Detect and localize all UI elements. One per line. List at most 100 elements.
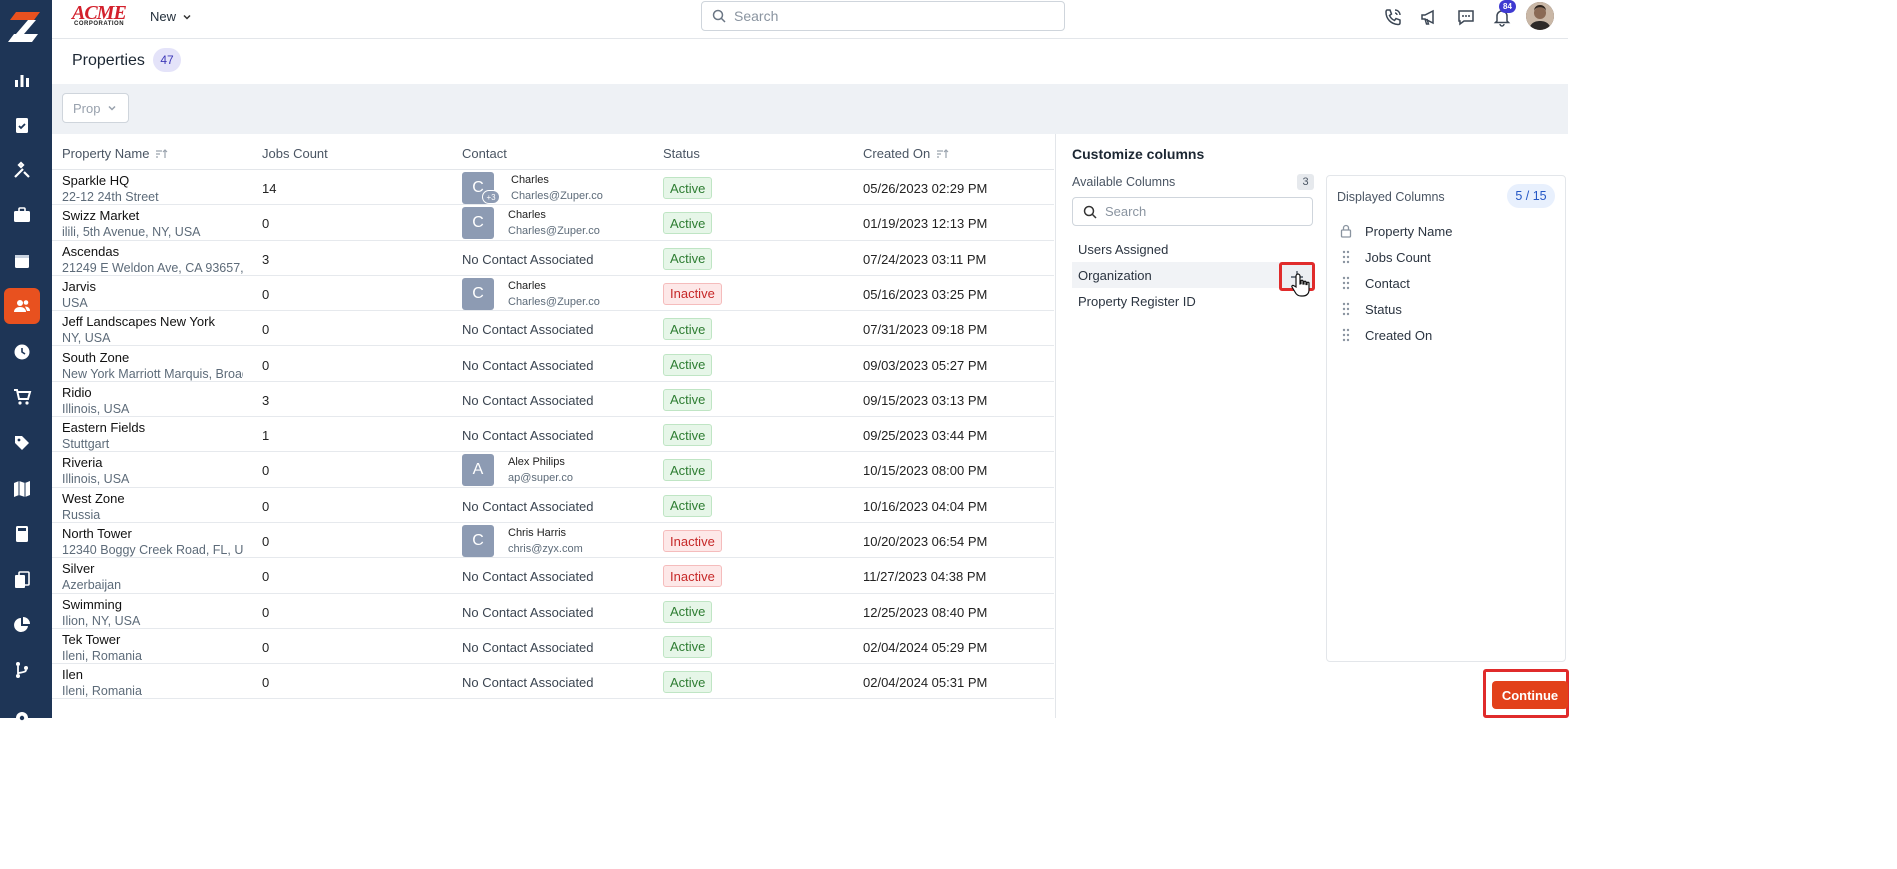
acme-logo[interactable]: ACME CORPORATION — [72, 2, 132, 28]
property-name[interactable]: Ascendas — [62, 244, 119, 259]
nav-customers[interactable] — [4, 288, 40, 324]
contact-avatar[interactable]: C — [462, 525, 494, 557]
property-name[interactable]: Silver — [62, 561, 95, 576]
status-badge: Active — [663, 600, 713, 623]
created-on: 10/20/2023 06:54 PM — [863, 534, 988, 549]
property-name[interactable]: Eastern Fields — [62, 420, 145, 435]
contact-name[interactable]: Alex Philips — [508, 456, 565, 468]
table-row[interactable]: Jeff Landscapes New York NY, USA 0 No Conta… — [52, 311, 1054, 347]
nav-settings[interactable] — [4, 700, 40, 736]
table-row[interactable]: Ascendas21249 E Weldon Ave, CA 93657, US… — [52, 241, 1054, 276]
chat-button[interactable] — [1454, 6, 1478, 28]
nav-reports[interactable] — [4, 62, 40, 98]
property-name[interactable]: Ridio — [62, 385, 92, 400]
contact-name[interactable]: Charles — [508, 280, 546, 292]
sort-icon[interactable] — [155, 148, 169, 160]
drag-handle-icon[interactable] — [1337, 302, 1355, 316]
drag-handle-icon[interactable] — [1337, 328, 1355, 342]
table-row[interactable]: Sparkle HQ 22-12 24th Street 14 C +3 Charles C… — [52, 170, 1054, 206]
table-row[interactable]: Silver Azerbaijan 0 No Contact Associated In… — [52, 558, 1054, 594]
nav-map[interactable] — [4, 471, 40, 507]
properties-table: Property Name Jobs Count Contact Status … — [52, 134, 1054, 718]
property-name[interactable]: Jeff Landscapes New York — [62, 314, 215, 329]
nav-pricing[interactable] — [4, 425, 40, 461]
nav-documents[interactable] — [4, 562, 40, 598]
user-avatar[interactable] — [1526, 2, 1554, 30]
column-header-contact[interactable]: Contact — [462, 146, 507, 161]
property-name[interactable]: West Zone — [62, 491, 125, 506]
displayed-column-item[interactable]: Contact — [1337, 272, 1410, 294]
phone-button[interactable] — [1381, 6, 1405, 28]
global-search[interactable] — [701, 1, 1065, 31]
property-name[interactable]: Tek Tower — [62, 632, 120, 647]
nav-jobs[interactable] — [4, 107, 40, 143]
contact-avatar[interactable]: A — [462, 454, 494, 487]
nav-estimates[interactable] — [4, 516, 40, 552]
table-row[interactable]: Eastern Fields Stuttgart 1 No Contact Assoc… — [52, 417, 1054, 453]
property-name[interactable]: Jarvis — [62, 279, 96, 294]
table-row[interactable]: North Tower 12340 Boggy Creek Road, FL, U… — [52, 523, 1054, 559]
displayed-column-item[interactable]: Jobs Count — [1337, 246, 1431, 268]
property-address: Ileni, Romania — [62, 648, 142, 663]
panel-title: Customize columns — [1072, 146, 1205, 162]
global-search-input[interactable] — [734, 8, 1034, 24]
property-name[interactable]: Swizz Market — [62, 208, 139, 223]
no-contact-text: No Contact Associated — [462, 569, 594, 585]
contact-name[interactable]: Chris Harris — [508, 527, 566, 539]
nav-store[interactable] — [4, 379, 40, 415]
column-header-jobs-count[interactable]: Jobs Count — [262, 146, 328, 161]
property-name[interactable]: Ilen — [62, 667, 83, 682]
jobs-count: 0 — [262, 357, 270, 373]
property-name[interactable]: North Tower — [62, 526, 132, 541]
columns-search[interactable] — [1072, 197, 1313, 226]
property-name[interactable]: Swimming — [62, 597, 122, 612]
column-label: Status — [663, 146, 700, 161]
available-column-item[interactable]: Organization — [1072, 262, 1313, 288]
contact-avatar[interactable]: C — [462, 207, 494, 240]
table-row[interactable]: West Zone Russia 0 No Contact Associated Act… — [52, 488, 1054, 523]
status-badge: Active — [663, 353, 713, 376]
table-row[interactable]: Tek Tower Ileni, Romania 0 No Contact Assoc… — [52, 629, 1054, 665]
zuper-logo-icon[interactable] — [6, 8, 46, 44]
contact-avatar[interactable]: C — [462, 277, 494, 310]
table-row[interactable]: Swizz Market ilili, 5th Avenue, NY, USA 0 C… — [52, 205, 1054, 241]
column-header-created-on[interactable]: Created On — [863, 146, 950, 161]
property-name[interactable]: Riveria — [62, 455, 102, 470]
displayed-column-item[interactable]: Created On — [1337, 324, 1432, 346]
table-row[interactable]: Jarvis USA 0 C Charles Charles@Zuper.co Inacti… — [52, 276, 1054, 312]
continue-button[interactable]: Continue — [1492, 681, 1568, 709]
status-badge: Active — [663, 424, 713, 447]
table-row[interactable]: South Zone New York Marriott Marquis, Bro… — [52, 347, 1054, 382]
displayed-column-label: Contact — [1365, 275, 1410, 291]
available-column-item[interactable]: Property Register ID — [1072, 288, 1313, 314]
nav-projects[interactable] — [4, 197, 40, 233]
jobs-count: 0 — [262, 322, 270, 338]
drag-handle-icon[interactable] — [1337, 250, 1355, 264]
property-filter-dropdown[interactable]: Prop — [62, 93, 129, 123]
nav-timesheets[interactable] — [4, 334, 40, 370]
table-row[interactable]: Riveria Illinois, USA 0 A Alex Philips ap@sup… — [52, 452, 1054, 488]
contact-name[interactable]: Charles — [511, 174, 549, 186]
extra-contacts-badge[interactable]: +3 — [482, 190, 500, 204]
announcements-button[interactable] — [1417, 6, 1441, 28]
nav-tools[interactable] — [4, 152, 40, 188]
property-name[interactable]: Sparkle HQ — [62, 173, 129, 188]
user-photo-icon — [1526, 2, 1554, 30]
jobs-count: 0 — [262, 604, 270, 620]
nav-workflows[interactable] — [4, 652, 40, 688]
sort-icon[interactable] — [936, 148, 950, 160]
table-row[interactable]: Swimming Ilion, NY, USA 0 No Contact Associ… — [52, 594, 1054, 629]
nav-analytics[interactable] — [4, 607, 40, 643]
column-header-property-name[interactable]: Property Name — [62, 146, 169, 161]
column-header-status[interactable]: Status — [663, 146, 700, 161]
columns-search-input[interactable] — [1105, 204, 1305, 219]
property-name[interactable]: South Zone — [62, 350, 129, 365]
contact-name[interactable]: Charles — [508, 209, 546, 221]
displayed-column-item[interactable]: Status — [1337, 298, 1402, 320]
table-row[interactable]: Ilen Ileni, Romania 0 No Contact Associated… — [52, 664, 1054, 700]
new-button[interactable]: New — [150, 9, 192, 24]
drag-handle-icon[interactable] — [1337, 276, 1355, 290]
table-row[interactable]: Ridio Illinois, USA 3 No Contact Associated… — [52, 382, 1054, 418]
available-column-item[interactable]: Users Assigned — [1072, 236, 1313, 262]
nav-schedule[interactable] — [4, 243, 40, 279]
